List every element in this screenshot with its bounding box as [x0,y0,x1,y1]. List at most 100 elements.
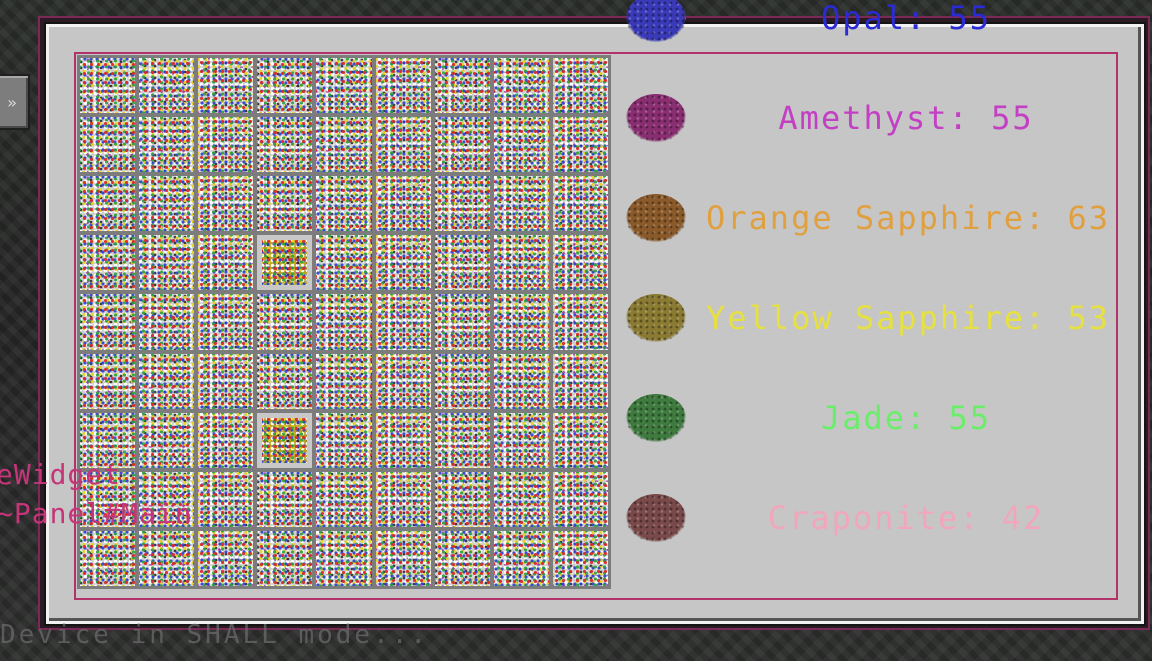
inventory-slot[interactable] [375,117,431,173]
inventory-slot[interactable] [552,530,608,586]
inventory-slot[interactable] [80,58,136,114]
inventory-slot[interactable] [139,294,195,350]
inventory-slot[interactable] [257,58,313,114]
inventory-slot[interactable] [198,530,254,586]
inventory-slot[interactable] [316,235,372,291]
inventory-slot[interactable] [80,353,136,409]
inventory-slot[interactable] [316,412,372,468]
inventory-slot[interactable] [198,176,254,232]
orange-sapphire-dust-icon [626,194,686,242]
opal-dust-icon [626,0,686,42]
inventory-slot[interactable] [257,412,313,468]
inventory-slot[interactable] [434,58,490,114]
inventory-slot[interactable] [434,235,490,291]
gem-row-amethyst: Amethyst: 55 [622,90,1142,146]
inventory-slot[interactable] [434,471,490,527]
inventory-slot[interactable] [552,294,608,350]
inventory-slot[interactable] [434,530,490,586]
inventory-slot[interactable] [139,176,195,232]
inventory-slot[interactable] [198,58,254,114]
inventory-slot[interactable] [80,530,136,586]
gem-label-craponite: Craponite: 42 [767,499,1045,537]
inventory-slot[interactable] [552,412,608,468]
debug-overlay-line-2: ~Panel#Main [0,497,193,530]
inventory-slot[interactable] [552,353,608,409]
inventory-slot[interactable] [493,471,549,527]
gem-row-craponite: Craponite: 42 [622,490,1142,546]
inventory-slot[interactable] [257,176,313,232]
gem-label-jade: Jade: 55 [820,399,992,437]
inventory-slot[interactable] [139,412,195,468]
inventory-slot[interactable] [80,235,136,291]
inventory-slot[interactable] [375,471,431,527]
inventory-slot[interactable] [434,294,490,350]
inventory-slot[interactable] [375,235,431,291]
yellow-sapphire-dust-icon [626,294,686,342]
inventory-slot[interactable] [493,530,549,586]
gem-row-yellow-sapphire: Yellow Sapphire: 53 [622,290,1142,346]
inventory-slot[interactable] [257,530,313,586]
inventory-slot[interactable] [139,235,195,291]
inventory-slot[interactable] [80,117,136,173]
inventory-slot[interactable] [198,294,254,350]
inventory-slot[interactable] [257,235,313,291]
side-tab-button[interactable]: » [0,74,30,130]
gem-label-orange-sapphire: Orange Sapphire: 63 [706,199,1111,237]
inventory-slot[interactable] [493,58,549,114]
inventory-slot[interactable] [375,530,431,586]
inventory-slot[interactable] [257,353,313,409]
inventory-slot[interactable] [198,117,254,173]
inventory-slot[interactable] [316,294,372,350]
inventory-slot[interactable] [80,294,136,350]
amethyst-dust-icon [626,94,686,142]
inventory-slot[interactable] [375,176,431,232]
inventory-slot[interactable] [434,353,490,409]
inventory-slot[interactable] [493,176,549,232]
inventory-slot[interactable] [552,235,608,291]
gem-label-opal: Opal: 55 [820,0,992,37]
chevron-right-icon: » [7,92,17,112]
inventory-slot[interactable] [139,117,195,173]
inventory-slot[interactable] [493,412,549,468]
inventory-slot[interactable] [493,235,549,291]
inventory-slot[interactable] [493,117,549,173]
inventory-slot[interactable] [375,353,431,409]
inventory-slot[interactable] [434,117,490,173]
inventory-slot[interactable] [80,176,136,232]
inventory-slot[interactable] [375,412,431,468]
inventory-slot[interactable] [552,176,608,232]
inventory-slot[interactable] [139,58,195,114]
inventory-slot[interactable] [552,471,608,527]
debug-overlay-line-1: eWidget [0,458,122,491]
inventory-slot[interactable] [257,117,313,173]
inventory-slot[interactable] [316,471,372,527]
inventory-slot[interactable] [316,176,372,232]
craponite-dust-icon [626,494,686,542]
inventory-slot[interactable] [316,353,372,409]
inventory-slot[interactable] [198,353,254,409]
inventory-slot[interactable] [434,412,490,468]
inventory-slot[interactable] [198,471,254,527]
inventory-slot[interactable] [375,294,431,350]
gem-label-amethyst: Amethyst: 55 [778,99,1034,137]
inventory-slot[interactable] [434,176,490,232]
inventory-slot[interactable] [552,117,608,173]
inventory-slot[interactable] [552,58,608,114]
gem-row-jade: Jade: 55 [622,390,1142,446]
gem-list: Opal: 55 Amethyst: 55 Orange Sapphire: 6… [622,0,1142,600]
inventory-slot[interactable] [198,235,254,291]
inventory-slot[interactable] [316,58,372,114]
status-message: Device in SHALL mode... [0,620,430,650]
inventory-slot[interactable] [375,58,431,114]
inventory-slot[interactable] [493,353,549,409]
gem-label-yellow-sapphire: Yellow Sapphire: 53 [706,299,1111,337]
inventory-slot[interactable] [198,412,254,468]
inventory-slot[interactable] [316,530,372,586]
inventory-slot[interactable] [257,294,313,350]
inventory-slot[interactable] [316,117,372,173]
jade-dust-icon [626,394,686,442]
inventory-slot[interactable] [139,353,195,409]
inventory-slot[interactable] [493,294,549,350]
inventory-slot[interactable] [139,530,195,586]
inventory-slot[interactable] [257,471,313,527]
